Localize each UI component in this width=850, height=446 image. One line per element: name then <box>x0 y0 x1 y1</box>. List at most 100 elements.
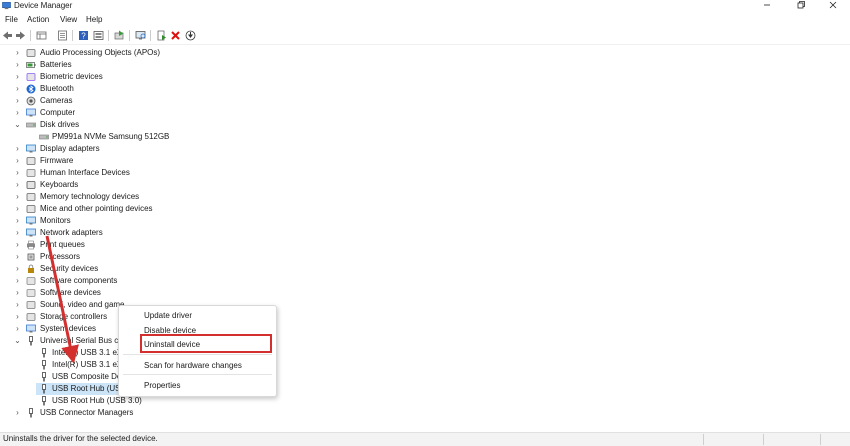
scan-icon[interactable] <box>135 30 146 41</box>
back-icon[interactable] <box>2 30 13 41</box>
minimize-icon <box>764 4 770 6</box>
tree-category[interactable]: › Audio Processing Objects (APOs) <box>0 47 850 59</box>
add-icon[interactable] <box>156 30 167 41</box>
menu-help[interactable]: Help <box>85 15 103 25</box>
tree-category[interactable]: › Biometric devices <box>0 71 850 83</box>
ctx-scan-hardware[interactable]: Scan for hardware changes <box>144 360 242 371</box>
tree-child-item[interactable]: PM991a NVMe Samsung 512GB <box>0 131 850 143</box>
mouse-icon <box>26 205 36 213</box>
status-divider <box>703 434 704 445</box>
chevron-down-icon[interactable]: ⌄ <box>14 337 21 345</box>
tree-category[interactable]: ⌄ Disk drives <box>0 119 850 131</box>
chevron-right-icon[interactable]: › <box>14 229 21 237</box>
chevron-right-icon[interactable]: › <box>14 289 21 297</box>
chevron-right-icon[interactable]: › <box>14 217 21 225</box>
tree-category[interactable]: › Security devices <box>0 263 850 275</box>
show-hide-icon[interactable] <box>36 30 47 41</box>
chevron-right-icon[interactable]: › <box>14 61 21 69</box>
download-icon[interactable] <box>185 30 196 41</box>
tree-item-label: Biometric devices <box>40 72 103 81</box>
properties-icon[interactable] <box>57 30 68 41</box>
tree-category[interactable]: › Batteries <box>0 59 850 71</box>
tree-item-label: Disk drives <box>40 120 80 129</box>
tree-category[interactable]: › Print queues <box>0 239 850 251</box>
menu-view[interactable]: View <box>59 15 78 25</box>
chevron-right-icon[interactable]: › <box>14 109 21 117</box>
tree-category[interactable]: › Software components <box>0 275 850 287</box>
tree-category[interactable]: › Memory technology devices <box>0 191 850 203</box>
chevron-right-icon[interactable]: › <box>14 73 21 81</box>
chevron-right-icon[interactable]: › <box>14 157 21 165</box>
tree-category[interactable]: › Software devices <box>0 287 850 299</box>
tree-item-label: Cameras <box>40 96 73 105</box>
security-icon <box>28 264 34 273</box>
tree-category[interactable]: › Network adapters <box>0 227 850 239</box>
audio-icon <box>26 49 36 57</box>
biometric-icon <box>26 73 36 81</box>
tree-item-label: Intel(R) USB 3.1 eXt <box>52 360 125 369</box>
component-icon <box>26 289 36 297</box>
help-icon[interactable]: ? <box>78 30 89 41</box>
chevron-right-icon[interactable]: › <box>14 241 21 249</box>
tree-category[interactable]: › Processors <box>0 251 850 263</box>
tree-item-label: Software components <box>40 276 118 285</box>
tree-category[interactable]: › Firmware <box>0 155 850 167</box>
driver-icon[interactable] <box>93 30 104 41</box>
tree-item-label: Intel(R) USB 3.1 eXt <box>52 348 125 357</box>
chevron-right-icon[interactable]: › <box>14 301 21 309</box>
chevron-right-icon[interactable]: › <box>14 169 21 177</box>
forward-icon[interactable] <box>15 30 26 41</box>
chevron-down-icon[interactable]: ⌄ <box>14 121 21 129</box>
tree-category[interactable]: › Monitors <box>0 215 850 227</box>
toolbar-separator <box>72 30 73 41</box>
chevron-right-icon[interactable]: › <box>14 313 21 321</box>
tree-category[interactable]: › Keyboards <box>0 179 850 191</box>
menu-action[interactable]: Action <box>26 15 50 25</box>
tree-category[interactable]: › Human Interface Devices <box>0 167 850 179</box>
status-bar: Uninstalls the driver for the selected d… <box>0 432 850 446</box>
storage-icon <box>26 313 36 321</box>
printer-icon <box>27 240 35 250</box>
display-icon <box>26 144 36 153</box>
usb-icon <box>29 408 33 418</box>
tree-category[interactable]: › USB Connector Managers <box>0 407 850 419</box>
tree-category[interactable]: › Mice and other pointing devices <box>0 203 850 215</box>
tree-item-label: Security devices <box>40 264 99 273</box>
toolbar-separator <box>30 30 31 41</box>
monitor-icon <box>26 216 36 225</box>
tree-category[interactable]: › Computer <box>0 107 850 119</box>
chevron-right-icon[interactable]: › <box>14 253 21 261</box>
chevron-right-icon[interactable]: › <box>14 205 21 213</box>
chevron-right-icon[interactable]: › <box>14 325 21 333</box>
tree-item-label: System devices <box>40 324 97 333</box>
close-button[interactable] <box>818 0 848 11</box>
menu-file[interactable]: File <box>4 15 19 25</box>
restore-button[interactable] <box>786 0 816 11</box>
tree-item-label: Display adapters <box>40 144 100 153</box>
disk-icon <box>39 134 49 140</box>
minimize-button[interactable] <box>752 0 782 11</box>
tree-item-label: Processors <box>40 252 81 261</box>
toolbar-separator <box>108 30 109 41</box>
chevron-right-icon[interactable]: › <box>14 409 21 417</box>
chevron-right-icon[interactable]: › <box>14 49 21 57</box>
tree-category[interactable]: › Display adapters <box>0 143 850 155</box>
tree-item-label: USB Composite Dev <box>52 372 126 381</box>
tree-category[interactable]: › Cameras <box>0 95 850 107</box>
update-icon[interactable] <box>114 30 125 41</box>
chevron-right-icon[interactable]: › <box>14 145 21 153</box>
usb-icon <box>42 360 46 370</box>
tree-item-label: Universal Serial Bus co <box>40 336 123 345</box>
uninstall-icon[interactable] <box>170 30 181 41</box>
ctx-update-driver[interactable]: Update driver <box>144 310 192 321</box>
hid-icon <box>26 169 36 177</box>
tree-item-label: Batteries <box>40 60 72 69</box>
chevron-right-icon[interactable]: › <box>14 193 21 201</box>
tree-category[interactable]: › Bluetooth <box>0 83 850 95</box>
chevron-right-icon[interactable]: › <box>14 85 21 93</box>
chevron-right-icon[interactable]: › <box>14 181 21 189</box>
chevron-right-icon[interactable]: › <box>14 277 21 285</box>
ctx-properties[interactable]: Properties <box>144 380 180 391</box>
chevron-right-icon[interactable]: › <box>14 97 21 105</box>
chevron-right-icon[interactable]: › <box>14 265 21 273</box>
